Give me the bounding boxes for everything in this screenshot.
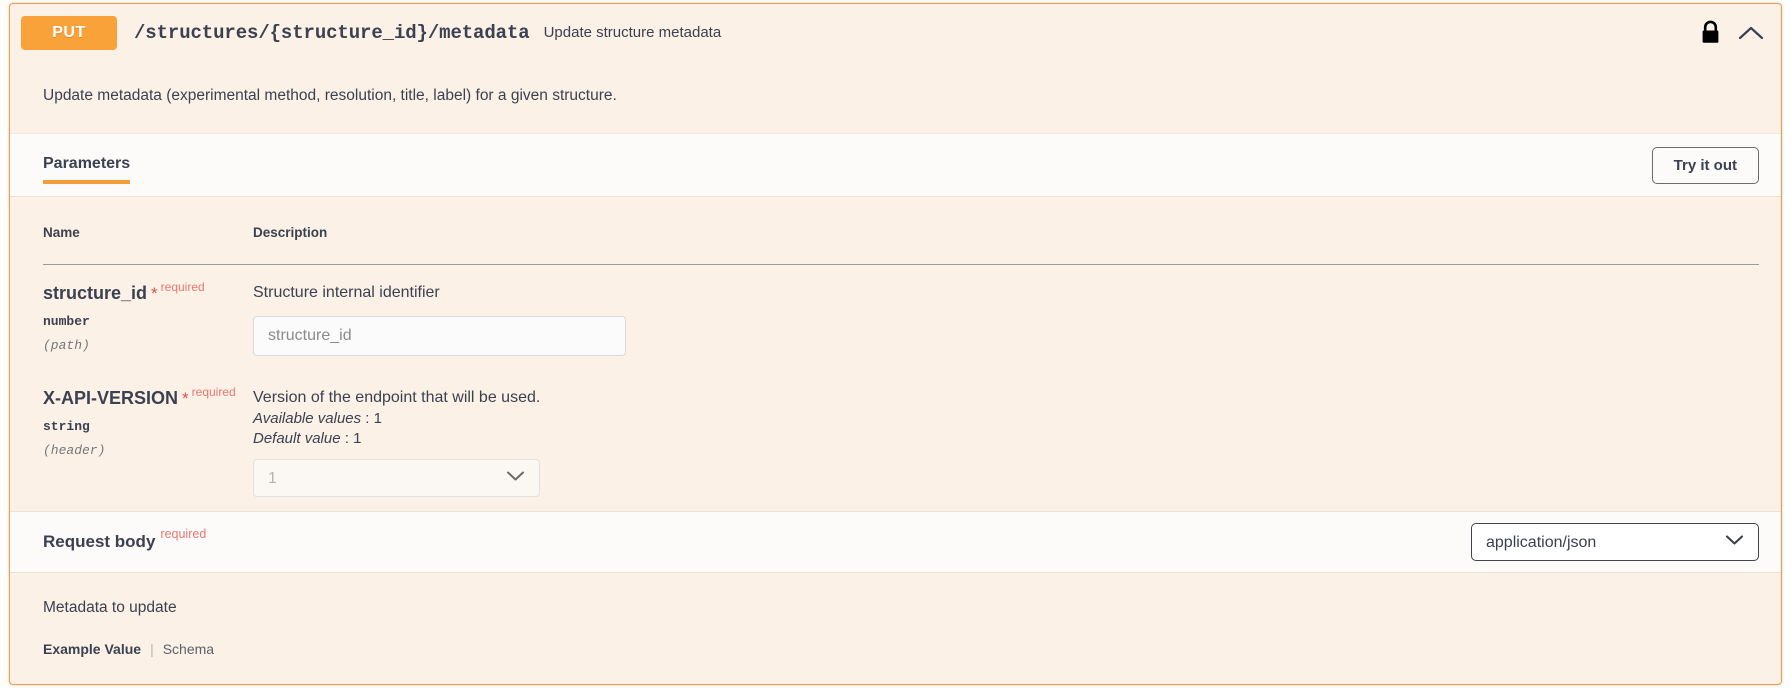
operation-summary-text: Update structure metadata	[543, 24, 722, 41]
parameters-section: Name Description structure_id * required n…	[10, 197, 1781, 512]
request-body-required-label: required	[160, 527, 207, 542]
parameter-name: structure_id	[43, 283, 148, 303]
required-label: required	[160, 280, 205, 294]
default-value-label: Default value	[253, 429, 341, 447]
default-value-line: Default value : 1	[253, 429, 1759, 449]
table-row: X-API-VERSION * required string (header) V…	[43, 370, 1759, 512]
api-version-select[interactable]: 1	[253, 459, 540, 498]
parameters-tab-strip: Parameters Try it out	[10, 133, 1781, 197]
parameter-type: number	[43, 314, 90, 329]
required-star: *	[151, 284, 158, 303]
operation-controls	[1700, 20, 1770, 45]
operation-body: Update metadata (experimental method, re…	[10, 61, 1781, 658]
parameters-table: Name Description structure_id * required n…	[43, 197, 1759, 511]
parameters-table-header-row: Name Description	[43, 197, 1759, 265]
tab-example-value[interactable]: Example Value	[43, 641, 141, 657]
tab-parameters-label: Parameters	[43, 155, 131, 172]
structure-id-input[interactable]	[253, 315, 626, 356]
parameter-location: (header)	[43, 442, 106, 458]
table-row: structure_id * required number (path) Stru…	[43, 265, 1759, 370]
parameter-description-cell: Structure internal identifier	[253, 265, 1759, 370]
column-header-description: Description	[253, 197, 1759, 265]
tab-schema[interactable]: Schema	[163, 641, 214, 657]
parameter-description-cell: Version of the endpoint that will be use…	[253, 370, 1759, 512]
default-value-value: 1	[353, 429, 362, 447]
column-header-name: Name	[43, 197, 253, 265]
request-body-label: Request body	[43, 532, 156, 552]
operation-path: /structures/{structure_id}/metadata	[134, 21, 530, 44]
operation-summary-header[interactable]: PUT /structures/{structure_id}/metadata …	[10, 4, 1781, 61]
tab-parameters[interactable]: Parameters	[43, 134, 131, 196]
operation-description: Update metadata (experimental method, re…	[43, 87, 617, 104]
available-values-label: Available values	[253, 409, 362, 427]
available-values-line: Available values : 1	[253, 409, 1759, 429]
example-schema-tabs: Example Value | Schema	[43, 641, 1759, 657]
parameter-name-cell: structure_id * required number (path)	[43, 265, 253, 370]
parameter-description: Structure internal identifier	[253, 284, 440, 301]
default-value-sep: :	[340, 429, 354, 447]
lock-icon[interactable]	[1700, 20, 1721, 45]
try-it-out-button[interactable]: Try it out	[1651, 146, 1759, 184]
content-type-select-wrap: application/json	[1471, 523, 1759, 562]
required-label: required	[191, 384, 236, 399]
chevron-up-icon[interactable]	[1738, 24, 1764, 42]
parameter-name-cell: X-API-VERSION * required string (header)	[43, 370, 253, 512]
http-method-badge: PUT	[21, 15, 117, 50]
parameter-name: X-API-VERSION	[43, 387, 179, 408]
request-body-bar: Request body required application/json	[10, 511, 1781, 574]
parameter-type: string	[43, 418, 90, 434]
parameter-description: Version of the endpoint that will be use…	[253, 388, 541, 406]
tab-divider: |	[150, 641, 154, 658]
api-version-select-wrap: 1	[253, 459, 540, 498]
required-star: *	[182, 388, 189, 408]
api-operation-block: PUT /structures/{structure_id}/metadata …	[9, 3, 1782, 685]
request-body-note: Metadata to update	[43, 599, 177, 617]
request-body-heading: Request body required	[43, 527, 206, 552]
available-values-value: 1	[373, 409, 382, 427]
available-values-sep: :	[361, 409, 374, 427]
request-body-example-section: Metadata to update Example Value | Schem…	[10, 573, 1781, 658]
parameter-location: (path)	[43, 338, 90, 353]
content-type-select[interactable]: application/json	[1471, 523, 1759, 562]
